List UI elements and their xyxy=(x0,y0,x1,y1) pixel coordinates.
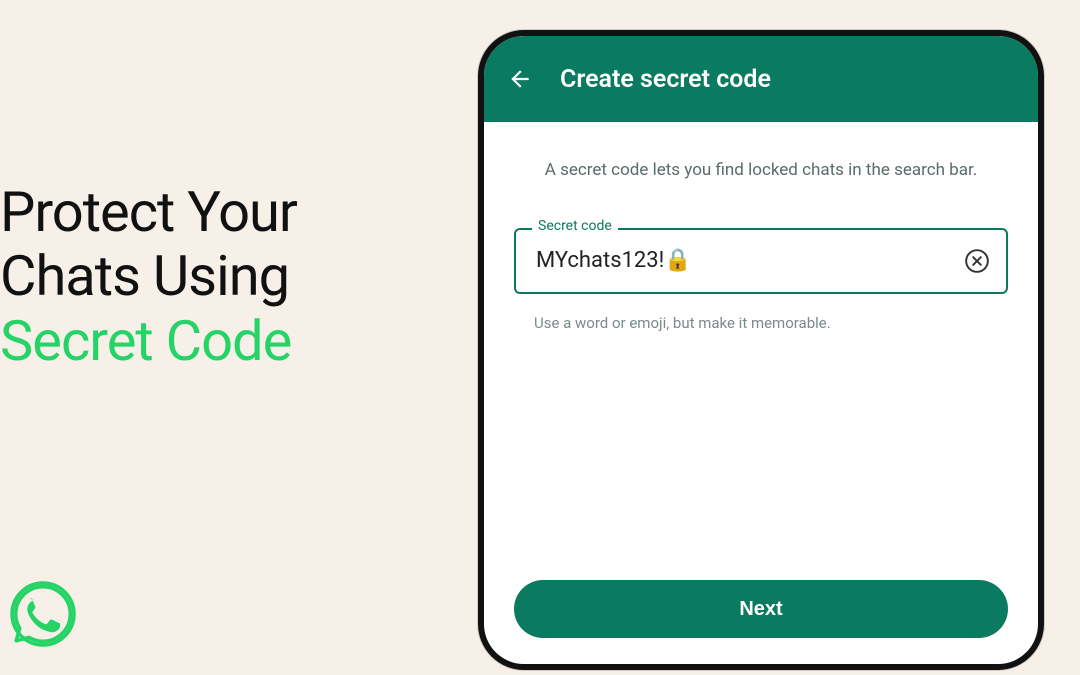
arrow-left-icon xyxy=(507,66,533,92)
headline: Protect Your Chats Using Secret Code xyxy=(0,180,420,373)
next-button-label: Next xyxy=(739,598,782,621)
headline-line1: Protect Your xyxy=(0,179,297,245)
next-button[interactable]: Next xyxy=(514,580,1008,638)
headline-line2: Chats Using xyxy=(0,243,289,309)
close-circle-icon xyxy=(964,248,990,274)
secret-code-input[interactable] xyxy=(536,248,952,273)
whatsapp-logo-icon xyxy=(10,581,76,647)
field-label: Secret code xyxy=(532,218,618,234)
field-hint: Use a word or emoji, but make it memorab… xyxy=(514,314,1008,332)
secret-code-field[interactable] xyxy=(514,228,1008,294)
spacer xyxy=(514,332,1008,581)
description-text: A secret code lets you find locked chats… xyxy=(514,158,1008,184)
promo-headline-block: Protect Your Chats Using Secret Code xyxy=(0,180,420,373)
phone-frame: Create secret code A secret code lets yo… xyxy=(478,30,1044,670)
back-button[interactable] xyxy=(506,65,534,93)
app-bar: Create secret code xyxy=(484,36,1038,122)
screen-title: Create secret code xyxy=(560,65,771,94)
headline-accent: Secret Code xyxy=(0,308,291,374)
clear-button[interactable] xyxy=(962,246,992,276)
screen-content: A secret code lets you find locked chats… xyxy=(484,122,1038,664)
secret-code-field-wrap: Secret code xyxy=(514,228,1008,294)
